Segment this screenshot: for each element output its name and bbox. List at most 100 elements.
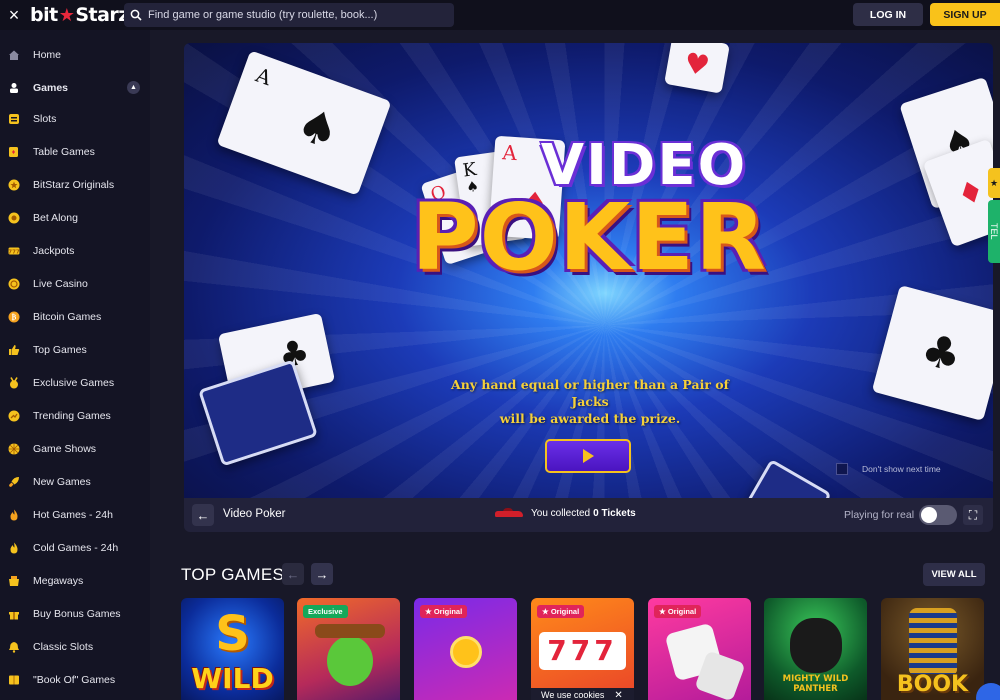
original-badge: ★ Original bbox=[420, 605, 468, 618]
sidebar-item-label: Classic Slots bbox=[33, 640, 94, 653]
sidebar-item-label: Trending Games bbox=[33, 409, 111, 422]
sidebar-item-hot-games[interactable]: Hot Games - 24h bbox=[0, 498, 150, 531]
cookie-notice: We use cookies ✕ bbox=[531, 688, 634, 700]
cookie-text: We use cookies bbox=[541, 690, 605, 700]
tile-art-text: WILD bbox=[191, 662, 274, 695]
card-rank: A bbox=[252, 62, 275, 91]
play-button[interactable] bbox=[545, 439, 631, 473]
close-icon[interactable]: ✕ bbox=[614, 690, 622, 700]
game-tile-wild[interactable]: S WILD bbox=[181, 598, 284, 700]
sidebar-item-bitstarz-originals[interactable]: BitStarz Originals bbox=[0, 168, 150, 201]
slots-icon bbox=[8, 113, 20, 125]
sidebar-item-label: Bitcoin Games bbox=[33, 310, 102, 323]
back-button[interactable]: ← bbox=[192, 504, 214, 526]
originals-icon bbox=[8, 179, 20, 191]
playing-for-real-label: Playing for real bbox=[844, 509, 915, 521]
sidebar-item-table-games[interactable]: Table Games bbox=[0, 135, 150, 168]
sidebar-item-label: Game Shows bbox=[33, 442, 97, 455]
playing-for-real-toggle[interactable] bbox=[919, 505, 957, 525]
sidebar-item-top-games[interactable]: Top Games bbox=[0, 333, 150, 366]
sidebar-item-cold-games[interactable]: Cold Games - 24h bbox=[0, 531, 150, 564]
view-all-button[interactable]: VIEW ALL bbox=[923, 563, 985, 586]
frog-character bbox=[327, 636, 373, 686]
tickets-count: 0 Tickets bbox=[593, 508, 636, 519]
game-info-bar: ← Video Poker You collected 0 Tickets Pl… bbox=[184, 498, 993, 532]
tile-art-text: 777 bbox=[547, 634, 618, 667]
gift-icon bbox=[8, 608, 20, 620]
live-casino-icon bbox=[8, 278, 20, 290]
sidebar-item-megaways[interactable]: Megaways bbox=[0, 564, 150, 597]
toggle-knob bbox=[921, 507, 937, 523]
heart-icon: ♥ bbox=[681, 45, 713, 83]
arrow-left-icon: ← bbox=[196, 507, 210, 523]
star-icon: ★ bbox=[542, 607, 551, 616]
dont-show-option[interactable]: Don't show next time bbox=[836, 463, 941, 475]
club-icon: ♣ bbox=[915, 323, 968, 383]
side-telegram-tab[interactable]: TEL bbox=[988, 200, 1000, 263]
game-tile-book[interactable]: BOOK bbox=[881, 598, 984, 700]
video-poker-logo: VIDEO POKER bbox=[399, 133, 779, 284]
original-badge: ★ Original bbox=[537, 605, 585, 618]
play-icon bbox=[582, 449, 594, 463]
sidebar-item-bet-along[interactable]: Bet Along bbox=[0, 201, 150, 234]
side-telegram-label: TEL bbox=[989, 223, 999, 240]
close-icon[interactable]: × bbox=[2, 0, 26, 30]
race-car-icon bbox=[495, 508, 523, 519]
logo-poker-text: POKER bbox=[411, 184, 767, 291]
svg-text:777: 777 bbox=[8, 249, 20, 255]
search-input[interactable] bbox=[148, 9, 448, 21]
signup-button[interactable]: SIGN UP bbox=[930, 3, 1000, 26]
cowboy-hat bbox=[315, 624, 385, 638]
game-name: Video Poker bbox=[223, 508, 286, 520]
table-games-icon bbox=[8, 146, 20, 158]
game-tile-mighty-wild-panther[interactable]: MIGHTY WILD PANTHER bbox=[764, 598, 867, 700]
tile-art-text: BOOK bbox=[896, 672, 969, 697]
sidebar-item-new-games[interactable]: New Games bbox=[0, 465, 150, 498]
sidebar-item-live-casino[interactable]: Live Casino bbox=[0, 267, 150, 300]
game-tile-original-coins[interactable]: ★ Original bbox=[414, 598, 517, 700]
logo-text-left: bit bbox=[30, 4, 58, 26]
sidebar-item-label: Table Games bbox=[33, 145, 95, 158]
star-icon: ★ bbox=[425, 607, 434, 616]
jackpots-icon: 777 bbox=[8, 245, 20, 257]
game-tile-original-777[interactable]: ★ Original 777 bbox=[531, 598, 634, 700]
sidebar-item-game-shows[interactable]: Game Shows bbox=[0, 432, 150, 465]
game-tile-original-dice[interactable]: ★ Original bbox=[648, 598, 751, 700]
sidebar-item-book-of-games[interactable]: "Book Of" Games bbox=[0, 663, 150, 696]
video-poker-banner: A ♠ ♥ ♠ ♦ ♣ ♣ Q ♥ K ♠ A ♦ VIDEO POKER An… bbox=[184, 43, 993, 498]
search-icon bbox=[130, 9, 142, 21]
bell-icon bbox=[8, 641, 20, 653]
search-bar[interactable] bbox=[124, 3, 454, 27]
top-games-prev-button[interactable]: ← bbox=[282, 563, 304, 585]
sidebar-item-label: Cold Games - 24h bbox=[33, 541, 119, 554]
book-icon bbox=[8, 674, 20, 686]
tickets-collected: You collected 0 Tickets bbox=[495, 508, 636, 519]
sidebar-item-jackpots[interactable]: 777 Jackpots bbox=[0, 234, 150, 267]
sidebar-item-games[interactable]: Games ▲ bbox=[0, 71, 150, 104]
flame-icon bbox=[8, 509, 20, 521]
logo[interactable]: bit ★ Starz bbox=[30, 4, 129, 26]
side-promo-tab[interactable]: ★ bbox=[988, 168, 1000, 198]
game-tile-exclusive[interactable]: Exclusive bbox=[297, 598, 400, 700]
sidebar-item-slots[interactable]: Slots bbox=[0, 102, 150, 135]
sidebar-item-label: BitStarz Originals bbox=[33, 178, 115, 191]
sidebar-item-label: Megaways bbox=[33, 574, 84, 587]
dont-show-checkbox[interactable] bbox=[836, 463, 848, 475]
sidebar-item-home[interactable]: Home bbox=[0, 38, 150, 71]
top-games-next-button[interactable]: → bbox=[311, 563, 333, 585]
badge-label: Original bbox=[550, 607, 580, 616]
sidebar-item-label: Hot Games - 24h bbox=[33, 508, 113, 521]
sidebar-item-bitcoin-games[interactable]: ₿ Bitcoin Games bbox=[0, 300, 150, 333]
sidebar-item-label: Slots bbox=[33, 112, 57, 125]
sidebar-item-exclusive-games[interactable]: Exclusive Games bbox=[0, 366, 150, 399]
login-button[interactable]: LOG IN bbox=[853, 3, 923, 26]
fullscreen-button[interactable]: ⛶ bbox=[963, 505, 983, 525]
collected-prefix: You collected bbox=[531, 508, 591, 519]
sidebar-item-buy-bonus-games[interactable]: Buy Bonus Games bbox=[0, 597, 150, 630]
sidebar-item-trending-games[interactable]: Trending Games bbox=[0, 399, 150, 432]
sidebar-item-label: "Book Of" Games bbox=[33, 673, 116, 686]
sidebar-item-label: Live Casino bbox=[33, 277, 88, 290]
sidebar-item-classic-slots[interactable]: Classic Slots bbox=[0, 630, 150, 663]
rocket-icon bbox=[8, 476, 20, 488]
chevron-up-icon[interactable]: ▲ bbox=[127, 81, 140, 94]
